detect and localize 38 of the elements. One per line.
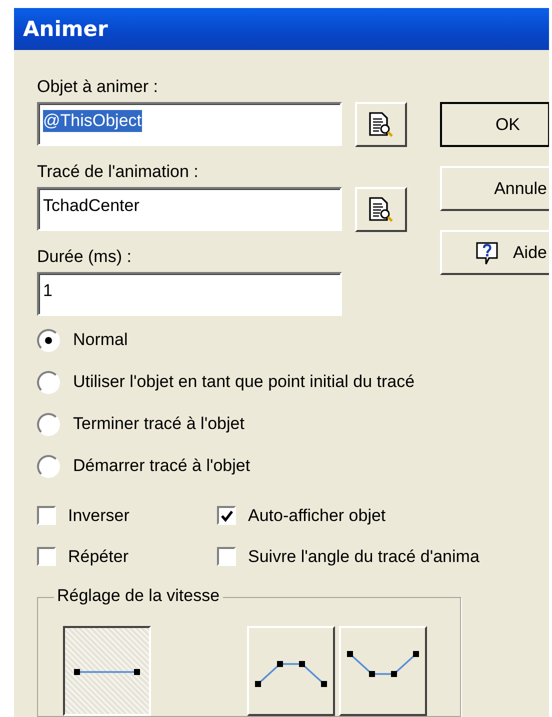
- field-value: TchadCenter: [43, 195, 140, 217]
- browse-button[interactable]: [355, 187, 407, 232]
- field-value: @ThisObject: [43, 110, 142, 132]
- speed-curve-icon: [255, 661, 327, 687]
- checkbox-label: Répéter: [68, 546, 128, 568]
- radio-label: Terminer tracé à l'objet: [73, 413, 244, 435]
- speed-curve-button[interactable]: [63, 626, 151, 716]
- field-value: 1: [43, 280, 52, 302]
- checkbox[interactable]: [217, 547, 236, 566]
- input-field[interactable]: TchadCenter: [37, 187, 342, 231]
- checkbox-label: Auto-afficher objet: [248, 504, 386, 526]
- window-title: Animer: [23, 17, 108, 41]
- radio-label: Démarrer tracé à l'objet: [73, 455, 250, 477]
- field-label: Durée (ms) :: [37, 246, 132, 268]
- input-field[interactable]: 1: [37, 272, 342, 316]
- checkbox-label: Inverser: [68, 504, 130, 526]
- radio-button[interactable]: [37, 328, 60, 352]
- radio-button[interactable]: [37, 370, 60, 394]
- radio-label: Utiliser l'objet en tant que point initial du tracé: [73, 371, 415, 393]
- input-field[interactable]: @ThisObject: [37, 102, 342, 146]
- browse-button[interactable]: [355, 102, 407, 147]
- radio-button[interactable]: [37, 454, 60, 478]
- help-icon: [474, 240, 501, 266]
- checkbox-label: Suivre l'angle du tracé d'anima: [248, 546, 480, 568]
- dialog-button[interactable]: Annule: [440, 166, 549, 211]
- document-search-icon: [368, 110, 394, 138]
- radio-button[interactable]: [37, 412, 60, 436]
- field-label: Tracé de l'animation :: [37, 161, 200, 183]
- help-button[interactable]: Aide: [440, 230, 549, 275]
- checkbox[interactable]: [37, 547, 56, 566]
- checkbox[interactable]: [217, 506, 236, 525]
- document-search-icon: [368, 196, 394, 224]
- field-label: Objet à animer :: [37, 76, 159, 98]
- speed-curve-icon: [74, 669, 140, 675]
- radio-label: Normal: [73, 329, 128, 351]
- dialog-button[interactable]: OK: [440, 102, 549, 147]
- checkbox[interactable]: [37, 506, 56, 525]
- speed-curve-icon: [347, 651, 419, 677]
